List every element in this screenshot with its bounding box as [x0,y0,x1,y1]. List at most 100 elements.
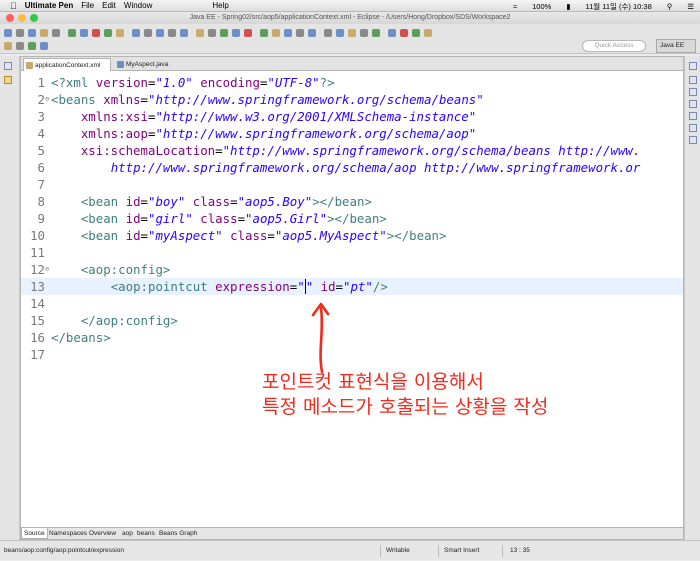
menu-edit[interactable]: Edit [102,1,116,10]
tab-label: applicationContext.xml [35,62,101,69]
editor-tab-strip: applicationContext.xml MyAspect.java [21,57,683,71]
outline-icon[interactable] [689,76,697,84]
toolbar-button-icon[interactable] [232,29,240,37]
code-line[interactable]: 2 ⊖ <beans xmlns="http://www.springframewo… [21,91,683,108]
zoom-window-button[interactable] [30,14,38,22]
toolbar-button-icon[interactable] [40,29,48,37]
code-line[interactable]: 16 </beans> [21,329,683,346]
status-divider [438,545,439,557]
apple-icon[interactable]:  [10,1,17,11]
toolbar-button-icon[interactable] [80,29,88,37]
toolbar-button-icon[interactable] [52,29,60,37]
toolbar-button-icon[interactable] [16,42,24,50]
toolbar-button-icon[interactable] [348,29,356,37]
toolbar-button-icon[interactable] [180,29,188,37]
tab-aop[interactable]: aop [120,528,135,539]
toolbar-button-icon[interactable] [28,29,36,37]
code-line[interactable]: 6 http://www.springframework.org/schema/… [21,159,683,176]
toolbar-button-icon[interactable] [412,29,420,37]
tab-namespaces[interactable]: Namespaces [47,528,89,539]
toolbar-button-icon[interactable] [16,29,24,37]
tab-overview[interactable]: Overview [87,528,118,539]
quick-access-input[interactable]: Quick Access [582,40,646,52]
toolbar-button-icon[interactable] [116,29,124,37]
toolbar-button-icon[interactable] [388,29,396,37]
menu-help[interactable]: Help [212,1,228,10]
code-line[interactable]: 7 [21,176,683,193]
markers-icon[interactable] [689,136,697,144]
code-line[interactable]: 12 ⊖ <aop:config> [21,261,683,278]
perspective-java-ee-button[interactable]: Java EE [656,39,696,53]
tab-myaspect-java[interactable]: MyAspect.java [115,58,185,71]
toolbar-button-icon[interactable] [372,29,380,37]
toolbar-button-icon[interactable] [156,29,164,37]
code-line[interactable]: 1 <?xml version="1.0" encoding="UTF-8"?> [21,74,683,91]
package-explorer-icon[interactable] [4,76,12,84]
toolbar-button-icon[interactable] [308,29,316,37]
code-line[interactable]: 9 <bean id="girl" class="aop5.Girl"></be… [21,210,683,227]
toolbar-button-icon[interactable] [220,29,228,37]
code-area[interactable]: 1 <?xml version="1.0" encoding="UTF-8"?> … [21,71,683,527]
toolbar-button-icon[interactable] [104,29,112,37]
toolbar-button-icon[interactable] [132,29,140,37]
menu-list-icon[interactable]: ☰ [687,2,694,11]
text-cursor [304,279,306,294]
code-line[interactable]: 8 <bean id="boy" class="aop5.Boy"></bean… [21,193,683,210]
toolbar-button-icon[interactable] [168,29,176,37]
battery-label[interactable]: 100% [532,2,551,11]
tab-source[interactable]: Source [21,528,48,539]
toolbar-button-icon[interactable] [196,29,204,37]
console-icon[interactable] [689,124,697,132]
toolbar-button-icon[interactable] [336,29,344,37]
code-line[interactable]: 15 </aop:config> [21,312,683,329]
code-line-current[interactable]: 13 <aop:pointcut expression="" id="pt"/> [21,278,683,295]
toolbar-button-icon[interactable] [296,29,304,37]
toolbar-button-icon[interactable] [4,42,12,50]
code-line[interactable]: 5 xsi:schemaLocation="http://www.springf… [21,142,683,159]
toolbar-button-icon[interactable] [244,29,252,37]
toolbar-button-icon[interactable] [28,42,36,50]
tab-beans-graph[interactable]: Beans Graph [157,528,199,539]
wifi-icon[interactable]: ≈ [513,2,517,11]
fold-toggle-icon[interactable]: ⊖ [45,91,49,108]
code-line[interactable]: 3 xmlns:xsi="http://www.w3.org/2001/XMLS… [21,108,683,125]
window-titlebar: Java EE - Spring02/src/aop5/applicationC… [0,12,700,24]
menu-bar:  Ultimate Pen File Edit Window Help ≈ 1… [0,0,700,12]
annotation-note: 포인트컷 표현식을 이용해서 특정 메소드가 호출되는 상황을 작성 [262,370,548,420]
task-list-icon[interactable] [689,88,697,96]
close-window-button[interactable] [6,14,14,22]
toolbar-button-icon[interactable] [92,29,100,37]
fold-toggle-icon[interactable]: ⊖ [45,261,49,278]
toolbar-button-icon[interactable] [324,29,332,37]
restore-icon[interactable] [4,62,12,70]
problems-icon[interactable] [689,112,697,120]
toolbar-button-icon[interactable] [260,29,268,37]
minimize-window-button[interactable] [18,14,26,22]
servers-icon[interactable] [689,100,697,108]
toolbar-button-icon[interactable] [400,29,408,37]
toolbar-button-icon[interactable] [144,29,152,37]
clock[interactable]: 11월 11일 (수) 10:38 [585,1,651,12]
app-menu[interactable]: Ultimate Pen [25,1,73,10]
toolbar-button-icon[interactable] [68,29,76,37]
menu-file[interactable]: File [81,1,94,10]
search-icon[interactable]: ⚲ [667,2,673,11]
toolbar-button-icon[interactable] [4,29,12,37]
menu-window[interactable]: Window [124,1,152,10]
tab-applicationcontext-xml[interactable]: applicationContext.xml [23,58,111,71]
code-line[interactable]: 10 <bean id="myAspect" class="aop5.MyAsp… [21,227,683,244]
toolbar-button-icon[interactable] [284,29,292,37]
toolbar-button-icon[interactable] [272,29,280,37]
battery-icon[interactable]: ▮ [566,2,570,11]
code-line[interactable]: 17 [21,346,683,363]
toolbar-button-icon[interactable] [208,29,216,37]
toolbar-button-icon[interactable] [360,29,368,37]
perspective-label: Java EE [660,42,685,49]
tab-beans[interactable]: beans [135,528,157,539]
restore-icon[interactable] [689,62,697,70]
code-line[interactable]: 11 [21,244,683,261]
code-line[interactable]: 14 [21,295,683,312]
toolbar-button-icon[interactable] [40,42,48,50]
toolbar-button-icon[interactable] [424,29,432,37]
code-line[interactable]: 4 xmlns:aop="http://www.springframework.… [21,125,683,142]
